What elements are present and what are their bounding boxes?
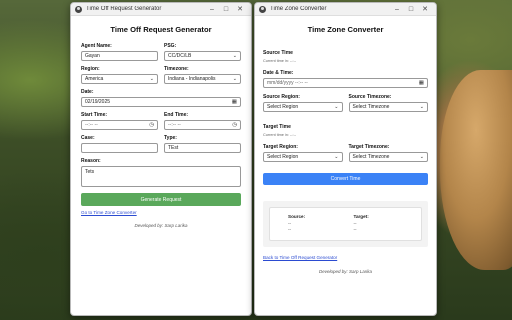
generate-request-button[interactable]: Generate Request <box>81 193 241 206</box>
source-timezone-label: Source Timezone: <box>348 94 392 100</box>
reason-textarea[interactable]: Tets <box>81 166 241 187</box>
close-button[interactable]: ✕ <box>233 3 247 16</box>
type-label: Type: <box>164 135 177 141</box>
psg-label: PSG: <box>164 43 177 49</box>
end-time-input[interactable]: --:-- -- ◷ <box>164 120 241 130</box>
clock-icon[interactable]: ◷ <box>232 122 237 128</box>
result-source-value-2: -- <box>288 227 292 232</box>
result-card: Source: -- -- Target: -- -- <box>269 207 422 241</box>
date-time-value: mm/dd/yyyy --:-- -- <box>267 80 308 86</box>
source-region-select[interactable]: Select Region ⌄ <box>263 102 343 112</box>
psg-value: CC/DC/LB <box>168 53 192 59</box>
target-region-select[interactable]: Select Region ⌄ <box>263 152 343 162</box>
region-value: America <box>85 76 104 82</box>
app-icon <box>259 5 266 13</box>
start-time-label: Start Time: <box>81 112 108 118</box>
calendar-icon[interactable]: ▦ <box>419 80 424 86</box>
timezone-value: Indiana - Indianapolis <box>168 76 216 82</box>
tz-converter-window: Time Zone Converter – □ ✕ Time Zone Conv… <box>254 2 437 316</box>
agent-name-label: Agent Name: <box>81 43 112 49</box>
target-timezone-label: Target Timezone: <box>348 144 390 150</box>
case-label: Case: <box>81 135 95 141</box>
result-panel: Source: -- -- Target: -- -- <box>263 201 428 247</box>
maximize-button[interactable]: □ <box>404 3 418 16</box>
chevron-down-icon: ⌄ <box>334 104 339 110</box>
psg-select[interactable]: CC/DC/LB ⌄ <box>164 51 241 61</box>
timezone-label: Timezone: <box>164 66 189 72</box>
source-current-time-hint: Current time in: --:-- <box>263 59 297 63</box>
page-title: Time Zone Converter <box>307 25 384 34</box>
source-time-heading: Source Time <box>263 50 293 56</box>
source-timezone-value: Select Timezone <box>352 104 390 110</box>
result-source-label: Source: <box>288 214 306 219</box>
date-value: 02/19/2025 <box>85 99 111 105</box>
back-to-generator-link[interactable]: Back to Time Off Request Generator <box>263 255 428 260</box>
footer-credit: Developed by: Sarp Larika <box>134 223 188 228</box>
result-target-label: Target: <box>353 214 369 219</box>
date-input[interactable]: 02/19/2025 ▦ <box>81 97 241 107</box>
close-button[interactable]: ✕ <box>418 3 432 16</box>
minimize-button[interactable]: – <box>390 3 404 16</box>
timezone-select[interactable]: Indiana - Indianapolis ⌄ <box>164 74 241 84</box>
reason-label: Reason: <box>81 158 101 164</box>
target-region-value: Select Region <box>267 154 299 160</box>
type-input[interactable]: TEst <box>164 143 241 153</box>
agent-name-input[interactable]: Gayan <box>81 51 158 61</box>
result-target-value-2: -- <box>353 227 357 232</box>
reason-value: Tets <box>85 169 95 175</box>
footer-credit: Developed by: Sarp Larika <box>318 269 373 274</box>
tz-converter-link[interactable]: Go to Time Zone Converter <box>81 210 241 215</box>
maximize-button[interactable]: □ <box>219 3 233 16</box>
source-timezone-select[interactable]: Select Timezone ⌄ <box>348 102 428 112</box>
target-region-label: Target Region: <box>263 144 298 150</box>
time-off-window: Time Off Request Generator – □ ✕ Time Of… <box>70 2 252 316</box>
result-source-value: -- <box>288 221 292 226</box>
date-time-input[interactable]: mm/dd/yyyy --:-- -- ▦ <box>263 78 428 88</box>
convert-time-button[interactable]: Convert Time <box>263 173 428 185</box>
target-current-time-hint: Current time in: --:-- <box>263 133 297 137</box>
source-region-value: Select Region <box>267 104 299 110</box>
date-time-label: Date & Time: <box>263 70 294 76</box>
end-time-value: --:-- -- <box>168 122 181 128</box>
target-timezone-value: Select Timezone <box>352 154 390 160</box>
page-title: Time Off Request Generator <box>110 25 212 34</box>
start-time-value: --:-- -- <box>85 122 98 128</box>
region-label: Region: <box>81 66 100 72</box>
window-title: Time Off Request Generator <box>86 6 162 12</box>
title-bar[interactable]: Time Off Request Generator – □ ✕ <box>71 3 251 16</box>
start-time-input[interactable]: --:-- -- ◷ <box>81 120 158 130</box>
chevron-down-icon: ⌄ <box>419 104 424 110</box>
source-region-label: Source Region: <box>263 94 300 100</box>
chevron-down-icon: ⌄ <box>232 53 237 59</box>
chevron-down-icon: ⌄ <box>149 76 154 82</box>
region-select[interactable]: America ⌄ <box>81 74 158 84</box>
title-bar[interactable]: Time Zone Converter – □ ✕ <box>255 3 436 16</box>
type-value: TEst <box>168 145 179 151</box>
minimize-button[interactable]: – <box>205 3 219 16</box>
date-label: Date: <box>81 89 94 95</box>
clock-icon[interactable]: ◷ <box>149 122 154 128</box>
result-target-value: -- <box>353 221 357 226</box>
chevron-down-icon: ⌄ <box>334 154 339 160</box>
calendar-icon[interactable]: ▦ <box>232 99 237 105</box>
end-time-label: End Time: <box>164 112 189 118</box>
window-title: Time Zone Converter <box>270 6 327 12</box>
agent-name-value: Gayan <box>85 53 100 59</box>
target-time-heading: Target Time <box>263 124 291 130</box>
case-input[interactable] <box>81 143 158 153</box>
chevron-down-icon: ⌄ <box>232 76 237 82</box>
app-icon <box>75 5 82 13</box>
target-timezone-select[interactable]: Select Timezone ⌄ <box>348 152 428 162</box>
chevron-down-icon: ⌄ <box>419 154 424 160</box>
